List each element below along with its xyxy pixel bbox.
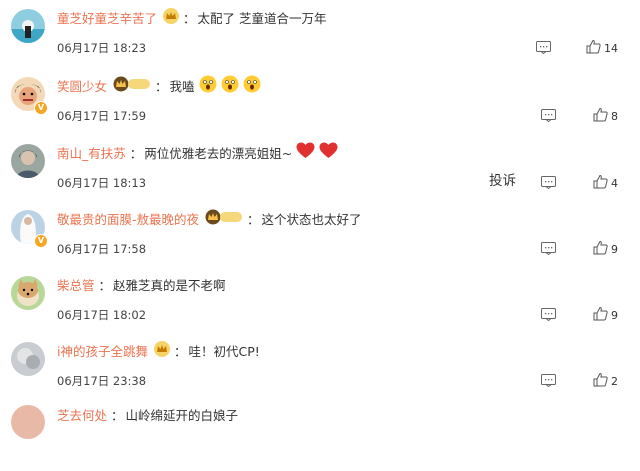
- shocked-face-emoji-icon: [199, 75, 217, 96]
- shocked-face-emoji-icon: [243, 75, 261, 96]
- comment-text: 两位优雅老去的漂亮姐姐~: [144, 145, 293, 161]
- comment-time: 06月17日 18:23: [57, 41, 147, 55]
- like-button[interactable]: 9: [593, 240, 618, 259]
- vip-level-badge-icon: [205, 209, 243, 228]
- comment-item-partial: 芝去何处 ： 山岭绵延开的白娘子: [0, 405, 640, 471]
- colon-separator: ：: [98, 277, 112, 293]
- username-link[interactable]: 笑圆少女: [57, 76, 107, 95]
- colon-separator: ：: [111, 407, 124, 423]
- comment-time: 06月17日 17:59: [57, 109, 147, 123]
- username-link[interactable]: 童芝好童芝辛苦了: [57, 8, 157, 27]
- report-link[interactable]: 投诉: [489, 169, 516, 189]
- comment-time: 06月17日 18:02: [57, 308, 147, 322]
- comment-time: 06月17日 23:38: [57, 374, 147, 388]
- comment-text: 哇！初代CP!: [188, 343, 260, 359]
- thumbs-up-icon: [593, 107, 608, 126]
- user-avatar[interactable]: [11, 9, 45, 43]
- like-button[interactable]: 2: [593, 372, 618, 391]
- reply-button[interactable]: [541, 306, 556, 325]
- thumbs-up-icon: [586, 39, 601, 58]
- reply-icon: [541, 306, 556, 325]
- reply-button[interactable]: [536, 39, 551, 58]
- comment-item: 南山_有扶苏 ： 两位优雅老去的漂亮姐姐~ 06月17日 18:13 投诉 4: [0, 142, 640, 210]
- username-link[interactable]: i神的孩子全跳舞: [57, 341, 148, 360]
- user-avatar[interactable]: [11, 342, 45, 376]
- comment-time: 06月17日 18:13: [57, 176, 147, 190]
- comment-item: i神的孩子全跳舞 ： 哇！初代CP! 06月17日 23:38 2: [0, 340, 640, 408]
- verified-v-icon: V: [34, 234, 48, 248]
- reply-button[interactable]: [541, 174, 556, 193]
- comment-text: 这个状态也太好了: [261, 211, 362, 227]
- like-count: 4: [611, 177, 618, 190]
- user-avatar[interactable]: [11, 144, 45, 178]
- red-heart-icon: [296, 142, 315, 162]
- colon-separator: ：: [173, 343, 187, 359]
- username-link[interactable]: 柴总管: [57, 275, 95, 294]
- vip-level-badge-icon: [113, 76, 151, 95]
- thumbs-up-icon: [593, 306, 608, 325]
- reply-button[interactable]: [541, 240, 556, 259]
- colon-separator: ：: [155, 78, 168, 94]
- like-count: 8: [611, 110, 618, 123]
- comment-time: 06月17日 17:58: [57, 242, 147, 256]
- red-heart-icon: [319, 142, 338, 162]
- reply-button[interactable]: [541, 107, 556, 126]
- reply-button[interactable]: [541, 372, 556, 391]
- user-avatar[interactable]: [11, 276, 45, 310]
- reply-icon: [541, 372, 556, 391]
- comment-text: 山岭绵延开的白娘子: [125, 407, 239, 423]
- like-button[interactable]: 9: [593, 306, 618, 325]
- shocked-face-emoji-icon: [221, 75, 239, 96]
- username-link[interactable]: 南山_有扶苏: [57, 143, 126, 162]
- vip-crown-badge-icon: [163, 7, 180, 27]
- thumbs-up-icon: [593, 372, 608, 391]
- comment-item: 童芝好童芝辛苦了 ： 太配了 芝童道合一万年 06月17日 18:23 14: [0, 7, 640, 75]
- thumbs-up-icon: [593, 240, 608, 259]
- like-button[interactable]: 14: [586, 39, 618, 58]
- like-count: 9: [611, 243, 618, 256]
- username-link[interactable]: 芝去何处: [57, 405, 107, 424]
- comment-text: 太配了 芝童道合一万年: [197, 10, 327, 26]
- colon-separator: ：: [247, 211, 260, 227]
- comment-text: 我嗑: [169, 78, 195, 94]
- like-count: 9: [611, 309, 618, 322]
- username-link[interactable]: 敬最贵的面膜-敖最晚的夜: [57, 209, 199, 228]
- like-count: 2: [611, 375, 618, 388]
- comment-item: 柴总管 ： 赵雅芝真的是不老啊 06月17日 18:02 9: [0, 276, 640, 342]
- user-avatar[interactable]: [11, 405, 45, 439]
- colon-separator: ：: [129, 145, 143, 161]
- reply-icon: [536, 39, 551, 58]
- vip-crown-badge-icon: [153, 340, 170, 360]
- like-button[interactable]: 4: [593, 174, 618, 193]
- thumbs-up-icon: [593, 174, 608, 193]
- reply-icon: [541, 240, 556, 259]
- like-count: 14: [604, 42, 618, 55]
- verified-v-icon: V: [34, 101, 48, 115]
- reply-icon: [541, 174, 556, 193]
- comment-text: 赵雅芝真的是不老啊: [113, 277, 226, 293]
- like-button[interactable]: 8: [593, 107, 618, 126]
- reply-icon: [541, 107, 556, 126]
- colon-separator: ：: [183, 10, 196, 26]
- comment-item: V 敬最贵的面膜-敖最晚的夜 ： 这个状态也太好了 06月17日 17:58 9: [0, 209, 640, 276]
- comment-item: V 笑圆少女 ： 我嗑 06月17日 17:59 8: [0, 75, 640, 143]
